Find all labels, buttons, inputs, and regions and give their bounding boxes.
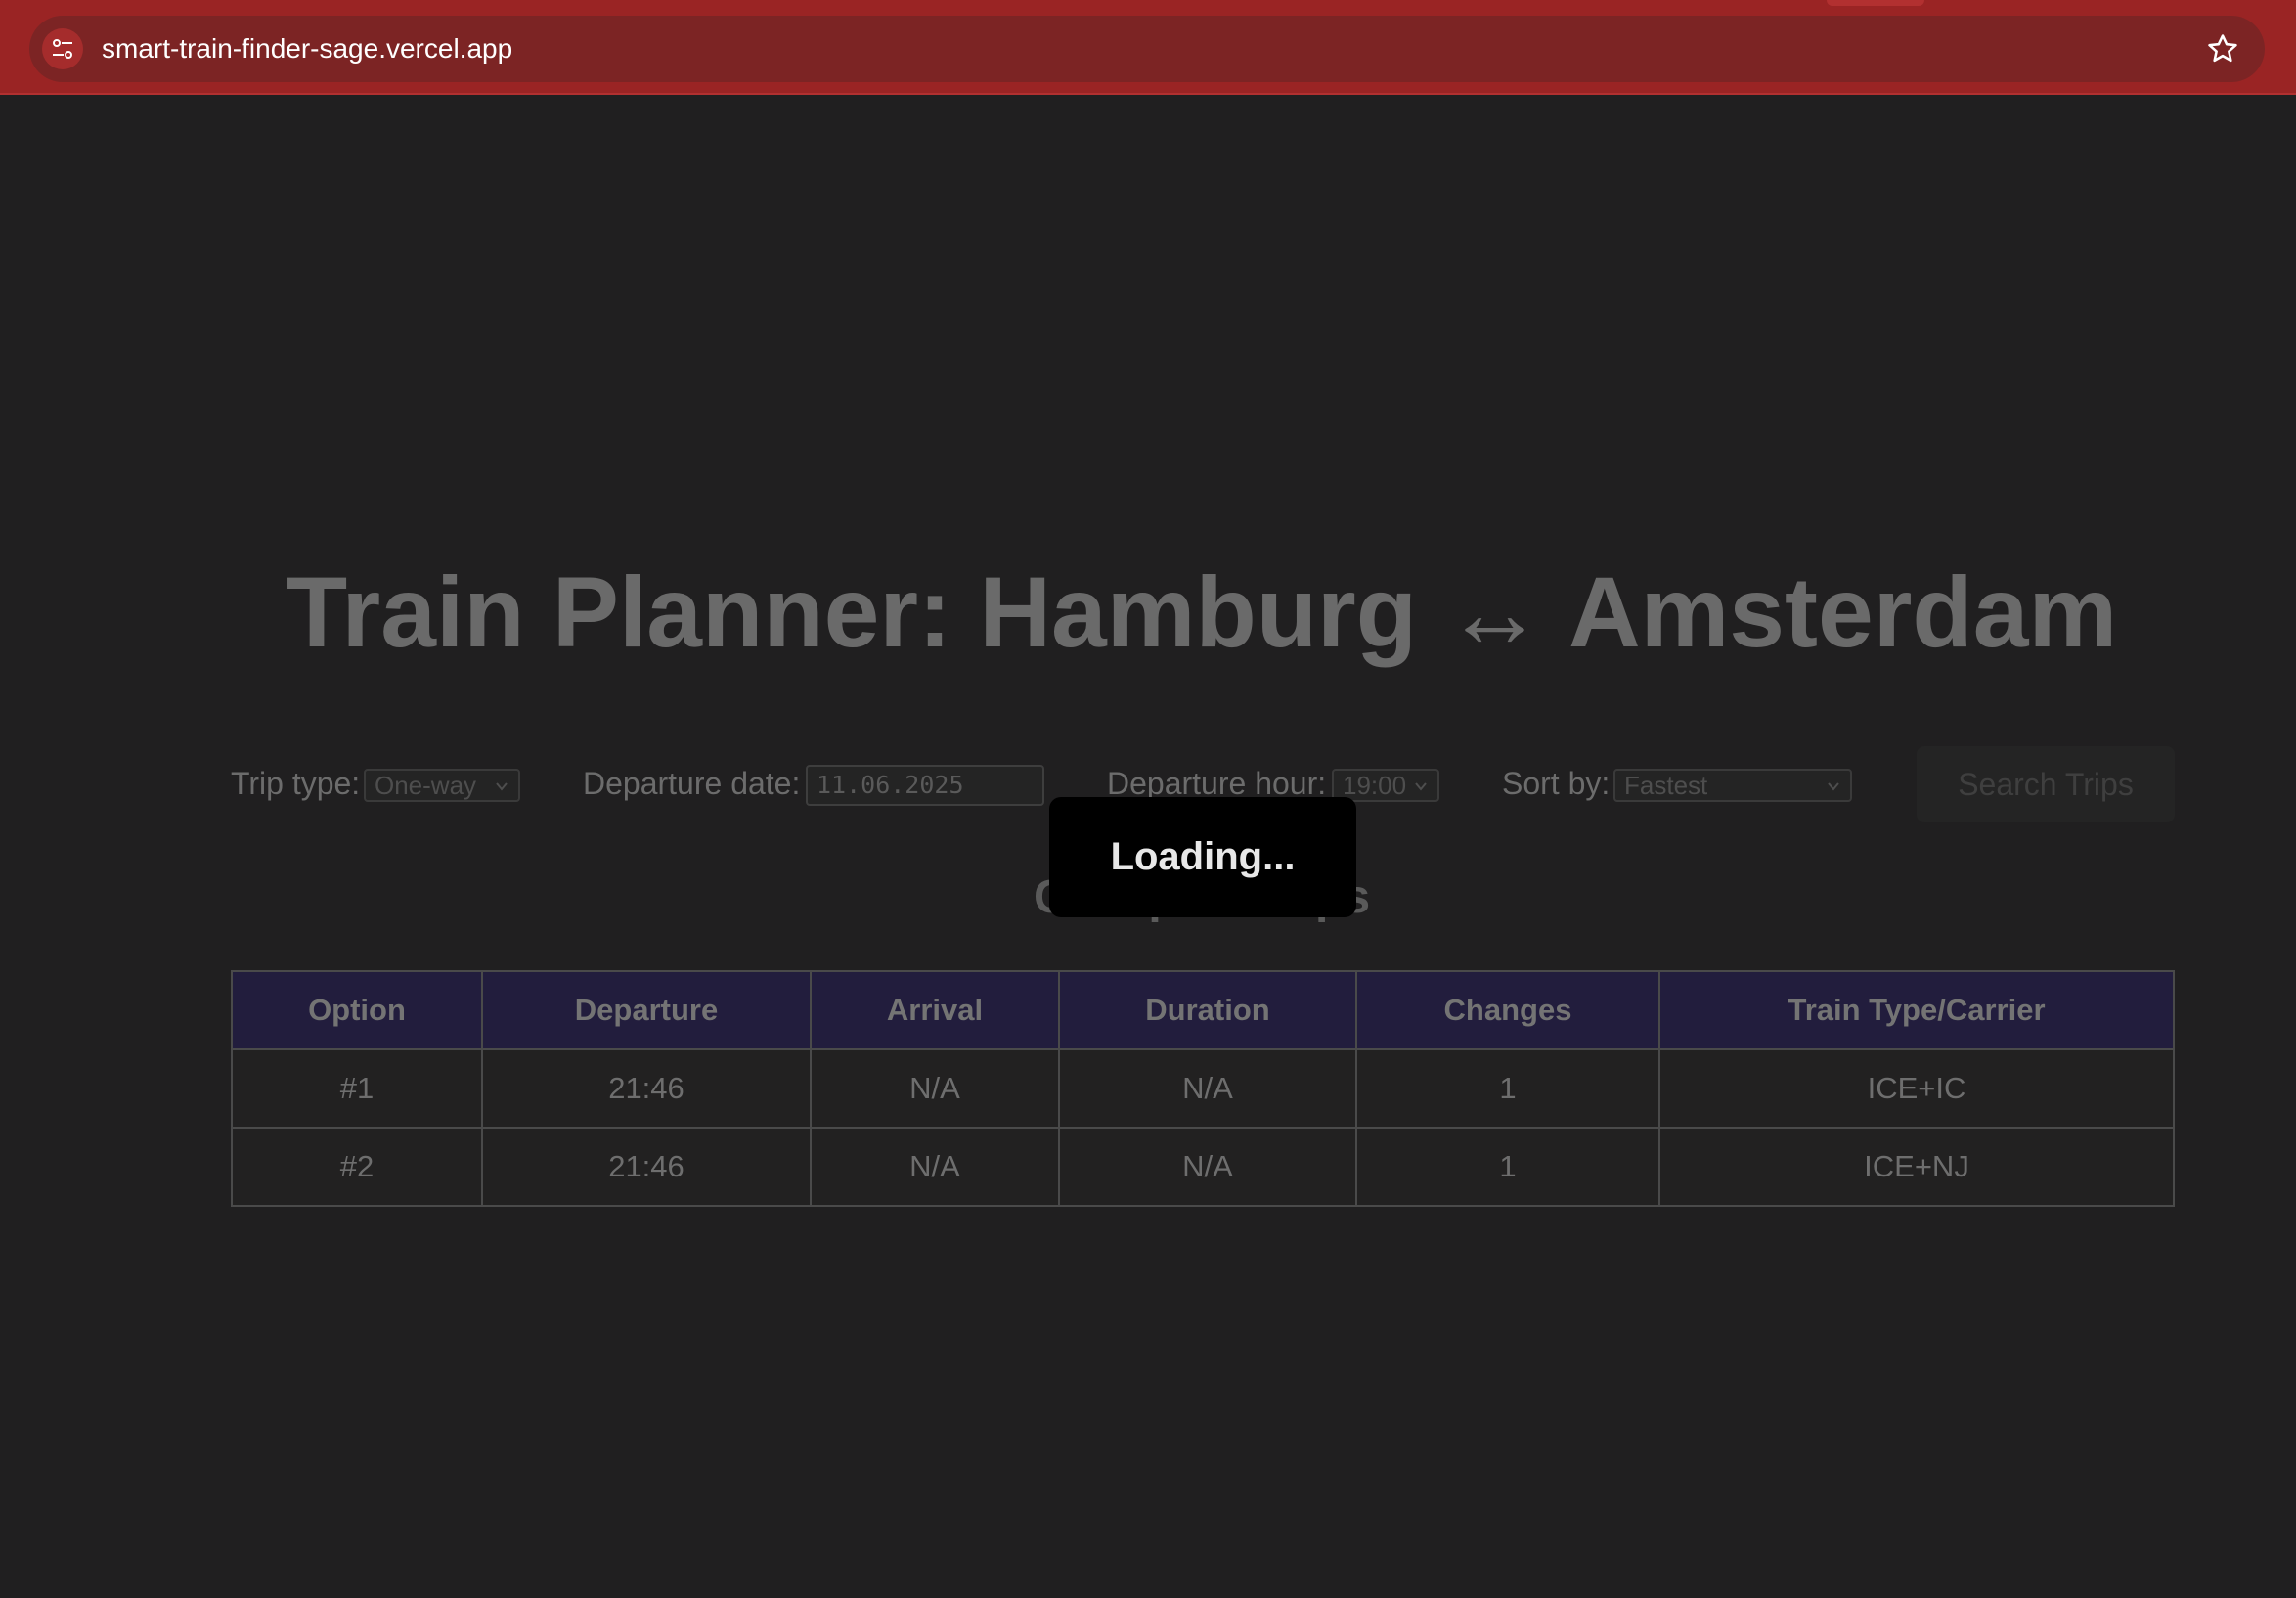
cell-arrival: N/A	[810, 1127, 1060, 1207]
address-bar[interactable]: smart-train-finder-sage.vercel.app	[29, 16, 2265, 82]
chevron-down-icon	[1415, 782, 1427, 791]
sort-by-select[interactable]: Fastest	[1613, 769, 1852, 802]
cell-departure: 21:46	[481, 1048, 812, 1129]
cell-changes: 1	[1355, 1048, 1660, 1129]
cell-duration: N/A	[1058, 1127, 1357, 1207]
page-title: Train Planner: Hamburg ↔ Amsterdam	[286, 556, 2118, 668]
table-row: #1 21:46 N/A N/A 1 ICE+IC	[231, 1048, 2175, 1129]
column-header: Departure	[481, 970, 812, 1050]
cell-duration: N/A	[1058, 1048, 1357, 1129]
cell-changes: 1	[1355, 1127, 1660, 1207]
cell-departure: 21:46	[481, 1127, 812, 1207]
url-text[interactable]: smart-train-finder-sage.vercel.app	[102, 16, 512, 82]
search-trips-button[interactable]: Search Trips	[1917, 746, 2175, 822]
column-header: Train Type/Carrier	[1658, 970, 2175, 1050]
column-header: Duration	[1058, 970, 1357, 1050]
sort-by-value: Fastest	[1624, 771, 1708, 800]
cell-train-type: ICE+NJ	[1658, 1127, 2175, 1207]
cell-train-type: ICE+IC	[1658, 1048, 2175, 1129]
column-header: Arrival	[810, 970, 1060, 1050]
chevron-down-icon	[496, 782, 508, 791]
departure-date-field[interactable]: 11.06.2025	[806, 765, 1044, 806]
trip-type-select[interactable]: One-way	[364, 769, 520, 802]
cell-option: #1	[231, 1048, 483, 1129]
active-tab-edge	[1827, 0, 1924, 6]
site-info-glyph	[53, 39, 72, 59]
sort-by-label: Sort by:	[1502, 766, 1611, 801]
tune-icon[interactable]	[42, 28, 83, 69]
results-table: Option Departure Arrival Duration Change…	[231, 970, 2175, 1207]
table-row: #2 21:46 N/A N/A 1 ICE+NJ	[231, 1127, 2175, 1207]
departure-date-label: Departure date:	[583, 766, 801, 801]
column-header: Option	[231, 970, 483, 1050]
departure-hour-value: 19:00	[1343, 771, 1407, 800]
cell-arrival: N/A	[810, 1048, 1060, 1129]
trip-type-value: One-way	[375, 771, 477, 800]
cell-option: #2	[231, 1127, 483, 1207]
star-icon[interactable]	[2206, 32, 2239, 66]
table-header-row: Option Departure Arrival Duration Change…	[231, 970, 2175, 1050]
loading-indicator: Loading...	[1049, 797, 1356, 917]
browser-toolbar: smart-train-finder-sage.vercel.app	[0, 0, 2296, 95]
column-header: Changes	[1355, 970, 1660, 1050]
chevron-down-icon	[1828, 782, 1839, 791]
trip-type-label: Trip type:	[231, 766, 361, 801]
